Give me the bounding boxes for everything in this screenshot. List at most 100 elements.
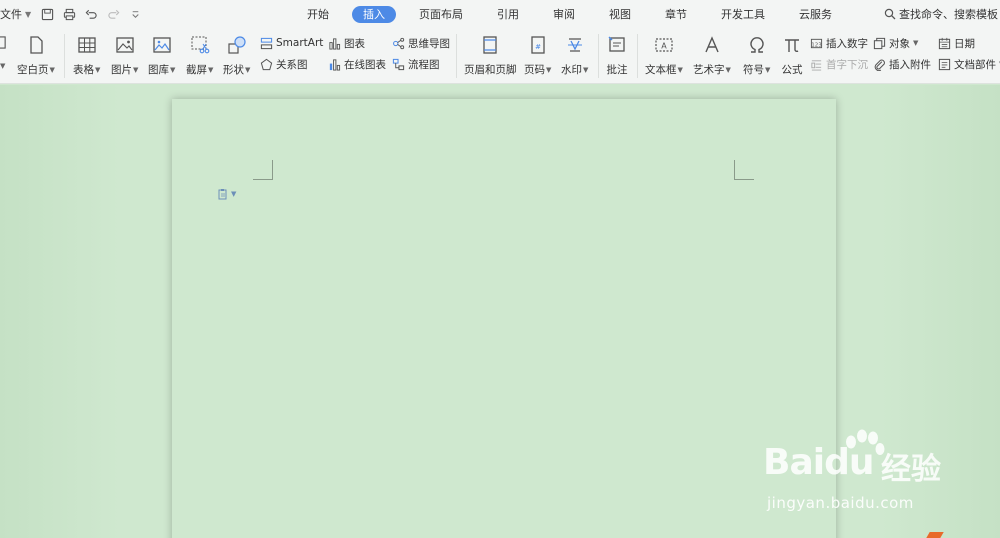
chevron-down-icon: ▼ — [231, 190, 237, 198]
blank-page-button[interactable]: 空白页 ▼ — [17, 34, 55, 77]
tab-page-layout[interactable]: 页面布局 — [408, 6, 474, 23]
doc-parts-button[interactable]: 文档部件 ▼ — [938, 56, 1000, 72]
chart-label: 图表 — [344, 37, 365, 50]
table-button[interactable]: 表格 ▼ — [73, 34, 100, 77]
chevron-down-icon: ▼ — [546, 65, 552, 74]
print-button[interactable] — [59, 4, 79, 24]
watermark-button[interactable]: 水印 ▼ — [561, 34, 588, 77]
chevron-down-icon: ▼ — [583, 65, 589, 74]
paste-icon — [218, 189, 227, 200]
object-label: 对象 — [889, 37, 910, 50]
drop-cap-button[interactable]: 首字下沉 — [810, 56, 868, 72]
mindmap-button[interactable]: 思维导图 — [392, 35, 450, 51]
wordart-button[interactable]: 艺术字 ▼ — [693, 34, 731, 77]
watermark-icon — [567, 38, 582, 52]
svg-text:A: A — [661, 42, 667, 51]
omega-icon — [750, 37, 764, 53]
undo-button[interactable] — [81, 4, 101, 24]
paperclip-icon — [874, 59, 885, 71]
watermark-label: 水印 — [561, 64, 582, 76]
document-page[interactable]: ▼ — [172, 99, 836, 538]
textbox-button[interactable]: A 文本框 ▼ — [645, 34, 683, 77]
customize-chevron-icon — [132, 10, 139, 18]
blank-page-icon — [30, 36, 43, 54]
tab-review[interactable]: 审阅 — [542, 6, 586, 23]
picture-icon — [116, 37, 134, 53]
mindmap-label: 思维导图 — [408, 37, 450, 50]
save-button[interactable] — [37, 4, 57, 24]
tab-section[interactable]: 章节 — [654, 6, 698, 23]
page-number-label: 页码 — [524, 64, 545, 76]
symbol-label: 符号 — [743, 64, 764, 76]
chevron-down-icon: ▼ — [725, 65, 731, 74]
date-button[interactable]: 日期 — [938, 35, 975, 51]
customize-toolbar-button[interactable] — [125, 4, 145, 24]
watermark-logo-bai: Bai — [763, 442, 825, 483]
cover-page-dropdown[interactable]: ▼ — [0, 58, 5, 74]
quick-access-toolbar: 文件 ▼ — [0, 0, 145, 28]
insert-ribbon: ▼ 空白页 ▼ 表格 ▼ 图片 ▼ 图库 ▼ 截屏 ▼ 形状 ▼ SmartArt 关系图 … — [0, 28, 1000, 84]
screenshot-label: 截屏 — [186, 64, 207, 76]
cover-page-icon — [0, 35, 6, 49]
watermark-cn-text: 经验 — [881, 452, 941, 487]
comment-button[interactable]: 批注 — [606, 34, 628, 77]
paste-options-button[interactable]: ▼ — [217, 188, 236, 200]
insert-attachment-button[interactable]: 插入附件 — [873, 56, 931, 72]
formula-button[interactable]: 公式 — [781, 34, 803, 77]
file-menu-label: 文件 — [0, 8, 22, 21]
file-menu-button[interactable]: 文件 ▼ — [0, 6, 35, 22]
tab-references[interactable]: 引用 — [486, 6, 530, 23]
comment-label: 批注 — [606, 64, 628, 76]
gallery-button[interactable]: 图库 ▼ — [148, 34, 175, 77]
ribbon-divider — [598, 34, 599, 78]
shape-label: 形状 — [223, 64, 244, 76]
blank-page-label: 空白页 — [17, 64, 49, 76]
menu-bar: 文件 ▼ 开始 插入 页面布局 引用 审阅 视图 章节 开发工具 云服务 查找命… — [0, 0, 1000, 28]
comment-icon — [608, 36, 625, 52]
undo-icon — [85, 9, 97, 19]
command-search[interactable]: 查找命令、搜索模板 — [884, 0, 1000, 28]
svg-text:123: 123 — [811, 42, 822, 48]
chevron-down-icon: ▼ — [0, 62, 6, 70]
flowchart-label: 流程图 — [408, 58, 440, 71]
tab-insert[interactable]: 插入 — [352, 5, 396, 23]
ribbon-divider — [64, 34, 65, 78]
flowchart-button[interactable]: 流程图 — [392, 56, 440, 72]
screenshot-button[interactable]: 截屏 ▼ — [186, 34, 213, 77]
chevron-down-icon: ▼ — [170, 65, 176, 74]
shape-button[interactable]: 形状 ▼ — [223, 34, 250, 77]
relation-chart-button[interactable]: 关系图 — [260, 56, 308, 72]
tab-developer[interactable]: 开发工具 — [710, 6, 776, 23]
gallery-icon — [153, 37, 171, 53]
online-chart-button[interactable]: 在线图表 — [328, 56, 386, 72]
redo-button[interactable] — [103, 4, 123, 24]
svg-text:#: # — [535, 43, 541, 51]
search-icon — [884, 8, 896, 20]
flowchart-icon — [392, 58, 405, 70]
gallery-label: 图库 — [148, 64, 169, 76]
symbol-button[interactable]: 符号 ▼ — [743, 34, 770, 77]
formula-label: 公式 — [781, 64, 803, 76]
page-number-button[interactable]: # 页码 ▼ — [524, 34, 551, 77]
drop-cap-label: 首字下沉 — [826, 58, 868, 71]
header-footer-button[interactable]: 页眉和页脚 — [464, 34, 517, 77]
doc-parts-label: 文档部件 — [954, 58, 996, 71]
cover-page-button[interactable] — [0, 34, 7, 50]
smartart-button[interactable]: SmartArt — [260, 35, 323, 51]
smartart-icon — [260, 37, 273, 49]
command-search-label: 查找命令、搜索模板 — [899, 8, 998, 21]
relation-chart-label: 关系图 — [276, 58, 308, 71]
tab-view[interactable]: 视图 — [598, 6, 642, 23]
ribbon-tabs: 开始 插入 页面布局 引用 审阅 视图 章节 开发工具 云服务 — [290, 0, 849, 28]
document-canvas[interactable]: ▼ Baidu 经验 jingyan.baidu.com — [0, 85, 1000, 538]
scissors-icon — [191, 36, 210, 54]
wordart-icon — [705, 36, 719, 53]
chart-button[interactable]: 图表 — [328, 35, 365, 51]
tab-cloud[interactable]: 云服务 — [788, 6, 843, 23]
chevron-down-icon: ▼ — [133, 65, 139, 74]
insert-number-button[interactable]: 123 插入数字 — [810, 35, 868, 51]
baidu-jingyan-watermark: Baidu 经验 jingyan.baidu.com — [763, 429, 993, 522]
object-button[interactable]: 对象 ▼ — [873, 35, 918, 51]
tab-home[interactable]: 开始 — [296, 6, 340, 23]
picture-button[interactable]: 图片 ▼ — [111, 34, 138, 77]
